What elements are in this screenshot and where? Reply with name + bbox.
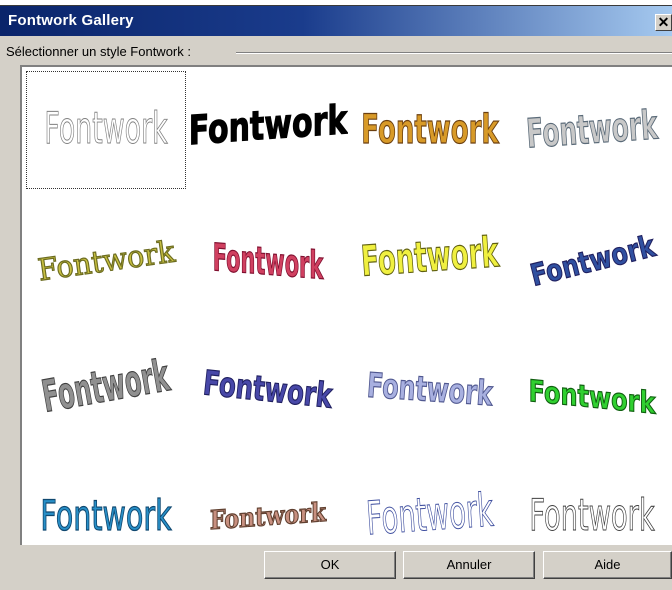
fontwork-preview: Fontwork [359, 228, 501, 287]
fontwork-style-green-arch[interactable]: Fontwork [512, 329, 672, 447]
fontwork-preview: Fontwork [209, 496, 327, 537]
fontwork-sample-text: Fontwork [525, 101, 660, 157]
fontwork-style-olive-serif-tilt[interactable]: Fontwork [26, 199, 186, 317]
help-button[interactable]: Aide [543, 551, 672, 579]
close-icon: ✕ [657, 14, 670, 30]
fontwork-preview: Fontwork [35, 233, 178, 288]
fontwork-preview: Fontwork [188, 96, 348, 155]
fontwork-style-outline-condensed[interactable]: Fontwork [26, 71, 186, 189]
fontwork-preview: Fontwork [201, 363, 336, 416]
close-button[interactable]: ✕ [655, 14, 672, 31]
fontwork-sample-text: Fontwork [527, 229, 659, 293]
fontwork-sample-text: Fontwork [529, 375, 657, 422]
fontwork-sample-text: Fontwork [210, 496, 327, 536]
fontwork-sample-text: Fontwork [38, 350, 174, 422]
fontwork-sample-text: Fontwork [36, 234, 177, 288]
fontwork-style-grey-extrude[interactable]: Fontwork [26, 329, 186, 447]
fontwork-sample-text: Fontwork [529, 489, 655, 541]
fontwork-gallery-dialog: Fontwork Gallery ✕ Sélectionner un style… [0, 0, 672, 590]
fontwork-style-plain-outline[interactable]: Fontwork [512, 458, 672, 545]
fontwork-preview: Fontwork [524, 101, 660, 158]
fontwork-sample-text: Fontwork [189, 97, 348, 155]
fontwork-style-blue-outline-slant[interactable]: Fontwork [350, 458, 510, 545]
fontwork-preview: Fontwork [38, 350, 175, 423]
fontwork-preview: Fontwork [40, 492, 172, 541]
fontwork-sample-text: Fontwork [213, 237, 324, 289]
fontwork-style-gold-gradient-3d[interactable]: Fontwork [350, 71, 510, 189]
fontwork-preview: Fontwork [365, 365, 495, 414]
fontwork-sample-text: Fontwork [40, 493, 171, 541]
fontwork-sample-text: Fontwork [361, 106, 500, 152]
fontwork-preview: Fontwork [212, 236, 324, 289]
fontwork-style-navy-wave[interactable]: Fontwork [188, 329, 348, 447]
fontwork-style-bold-black-arc[interactable]: Fontwork [188, 71, 348, 189]
fontwork-style-yellow-3d[interactable]: Fontwork [350, 199, 510, 317]
fontwork-sample-text: Fontwork [365, 483, 495, 545]
fontwork-sample-text: Fontwork [360, 229, 501, 287]
window-title: Fontwork Gallery [8, 12, 134, 29]
group-divider [236, 52, 672, 54]
fontwork-sample-text: Fontwork [201, 363, 335, 415]
fontwork-style-grid: Fontwork Fontwork Fontwork Fontwork Fontwork… [20, 65, 672, 545]
fontwork-preview: Fontwork [361, 106, 501, 153]
fontwork-preview: Fontwork [528, 374, 657, 422]
fontwork-style-teal-sans[interactable]: Fontwork [26, 458, 186, 545]
fontwork-preview: Fontwork [364, 483, 495, 545]
fontwork-preview: Fontwork [44, 104, 168, 154]
title-bar[interactable]: Fontwork Gallery ✕ [0, 6, 672, 36]
fontwork-sample-text: Fontwork [44, 104, 167, 153]
group-label: Sélectionner un style Fontwork : [6, 44, 195, 59]
fontwork-preview: Fontwork [529, 489, 656, 541]
fontwork-preview: Fontwork [527, 229, 660, 294]
fontwork-style-lavender-wave[interactable]: Fontwork [350, 329, 510, 447]
fontwork-style-silver-slant[interactable]: Fontwork [512, 71, 672, 189]
fontwork-style-pink-perspective[interactable]: Fontwork [188, 199, 348, 317]
fontwork-sample-text: Fontwork [366, 365, 495, 413]
fontwork-style-blue-rise[interactable]: Fontwork [512, 199, 672, 317]
fontwork-style-brown-arc[interactable]: Fontwork [188, 458, 348, 545]
cancel-button[interactable]: Annuler [403, 551, 535, 579]
ok-button[interactable]: OK [264, 551, 396, 579]
